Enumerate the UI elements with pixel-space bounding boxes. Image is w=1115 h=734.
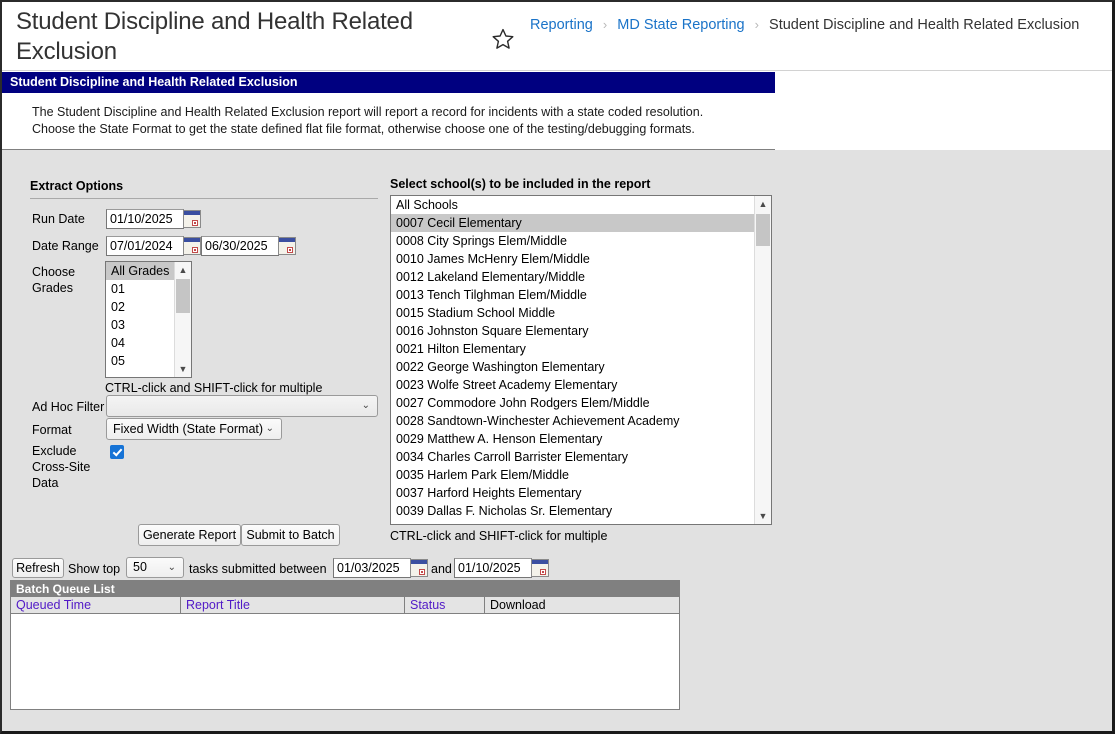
run-date-calendar-icon[interactable]	[183, 210, 201, 228]
school-list-item[interactable]: 0022 George Washington Elementary	[391, 358, 771, 376]
exclude-cross-site-label: Exclude Cross-Site Data	[32, 444, 91, 490]
refresh-button[interactable]: Refresh	[12, 558, 64, 578]
school-list-item[interactable]: 0021 Hilton Elementary	[391, 340, 771, 358]
column-header-report-title[interactable]: Report Title	[181, 597, 405, 613]
date-range-end-calendar-icon[interactable]	[278, 237, 296, 255]
school-list-item[interactable]: 0016 Johnston Square Elementary	[391, 322, 771, 340]
school-list-item[interactable]: 0039 Dallas F. Nicholas Sr. Elementary	[391, 502, 771, 520]
show-top-label: Show top	[68, 562, 121, 576]
date-range-start-input[interactable]	[106, 236, 184, 256]
scrollbar-thumb[interactable]	[756, 214, 770, 246]
school-list-item[interactable]: 0010 James McHenry Elem/Middle	[391, 250, 771, 268]
app-header: Student Discipline and Health Related Ex…	[2, 2, 1112, 71]
school-listbox[interactable]: All Schools 0007 Cecil Elementary 0008 Cit…	[390, 195, 772, 525]
choose-grades-label: Choose Grades	[32, 265, 76, 295]
scroll-down-icon[interactable]: ▼	[175, 361, 191, 377]
chevron-down-icon: ⌄	[361, 400, 370, 411]
favorite-star-icon[interactable]	[491, 27, 515, 51]
batch-queue-column-headers: Queued Time Report Title Status Download	[11, 597, 679, 614]
school-list-item[interactable]: 0037 Harford Heights Elementary	[391, 484, 771, 502]
batch-queue-list-title: Batch Queue List	[11, 581, 679, 597]
application-window: Student Discipline and Health Related Ex…	[0, 0, 1115, 734]
breadcrumb-separator-icon: ›	[602, 17, 608, 32]
format-label: Format	[32, 423, 72, 437]
ad-hoc-filter-label: Ad Hoc Filter	[32, 400, 105, 414]
extract-options-heading: Extract Options	[30, 179, 124, 193]
date-range-end-input[interactable]	[201, 236, 279, 256]
batch-queue-rows	[11, 614, 679, 708]
school-multiselect-hint: CTRL-click and SHIFT-click for multiple	[390, 529, 608, 543]
date-range-start-calendar-icon[interactable]	[183, 237, 201, 255]
submit-to-batch-button[interactable]: Submit to Batch	[241, 524, 340, 546]
breadcrumb-item-current: Student Discipline and Health Related Ex…	[769, 17, 1080, 33]
scroll-up-icon[interactable]: ▲	[755, 196, 771, 212]
school-list-item[interactable]: 0007 Cecil Elementary	[391, 214, 771, 232]
date-range-label: Date Range	[32, 239, 99, 253]
school-list-item[interactable]: All Schools	[391, 196, 771, 214]
batch-date-from-calendar-icon[interactable]	[410, 559, 428, 577]
scroll-up-icon[interactable]: ▲	[175, 262, 191, 278]
school-list-item[interactable]: 0008 City Springs Elem/Middle	[391, 232, 771, 250]
extract-options-divider	[30, 198, 378, 199]
exclude-cross-site-checkbox[interactable]	[110, 445, 124, 459]
page-title: Student Discipline and Health Related Ex…	[16, 8, 413, 65]
and-label: and	[431, 562, 452, 576]
tasks-submitted-between-label: tasks submitted between	[189, 562, 327, 576]
column-header-download: Download	[490, 598, 546, 612]
column-header-status[interactable]: Status	[405, 597, 485, 613]
school-select-heading: Select school(s) to be included in the r…	[390, 177, 651, 191]
report-description: The Student Discipline and Health Relate…	[32, 105, 704, 136]
school-list-item[interactable]: 0028 Sandtown-Winchester Achievement Aca…	[391, 412, 771, 430]
school-list-item[interactable]: 0034 Charles Carroll Barrister Elementar…	[391, 448, 771, 466]
grades-listbox-scrollbar[interactable]: ▲ ▼	[174, 262, 191, 377]
section-title-bar: Student Discipline and Health Related Ex…	[2, 72, 775, 93]
scroll-down-icon[interactable]: ▼	[755, 508, 771, 524]
school-list-item[interactable]: 0027 Commodore John Rodgers Elem/Middle	[391, 394, 771, 412]
school-listbox-scrollbar[interactable]: ▲ ▼	[754, 196, 771, 524]
generate-report-button[interactable]: Generate Report	[138, 524, 241, 546]
batch-date-to-calendar-icon[interactable]	[531, 559, 549, 577]
batch-date-from-input[interactable]	[333, 558, 411, 578]
school-list-item[interactable]: 0013 Tench Tilghman Elem/Middle	[391, 286, 771, 304]
grades-multiselect-hint: CTRL-click and SHIFT-click for multiple	[105, 381, 323, 395]
breadcrumb-item-reporting[interactable]: Reporting	[530, 17, 593, 33]
breadcrumb-item-md-state-reporting[interactable]: MD State Reporting	[617, 17, 744, 33]
school-list-item[interactable]: 0035 Harlem Park Elem/Middle	[391, 466, 771, 484]
format-select[interactable]: Fixed Width (State Format) ⌄	[106, 418, 282, 440]
school-list-item[interactable]: 0015 Stadium School Middle	[391, 304, 771, 322]
run-date-label: Run Date	[32, 212, 85, 226]
grades-listbox[interactable]: All Grades 01 02 03 04 05 ▲ ▼	[105, 261, 192, 378]
breadcrumb: Reporting › MD State Reporting › Student…	[530, 15, 1079, 35]
description-panel: The Student Discipline and Health Relate…	[2, 93, 775, 150]
show-top-select[interactable]: 50 ⌄	[126, 557, 184, 578]
scrollbar-thumb[interactable]	[176, 279, 190, 313]
column-header-queued-time[interactable]: Queued Time	[11, 597, 181, 613]
format-value: Fixed Width (State Format)	[113, 422, 264, 436]
batch-queue-list: Batch Queue List Queued Time Report Titl…	[10, 580, 680, 710]
run-date-input[interactable]	[106, 209, 184, 229]
report-body: Extract Options Run Date Date Range Choo…	[2, 150, 1112, 731]
school-list-item[interactable]: 0023 Wolfe Street Academy Elementary	[391, 376, 771, 394]
show-top-value: 50	[133, 560, 147, 574]
chevron-down-icon: ⌄	[265, 423, 274, 434]
batch-date-to-input[interactable]	[454, 558, 532, 578]
breadcrumb-separator-icon: ›	[754, 17, 759, 32]
chevron-down-icon: ⌄	[167, 562, 176, 573]
school-list-item[interactable]: 0029 Matthew A. Henson Elementary	[391, 430, 771, 448]
ad-hoc-filter-select[interactable]: ⌄	[106, 395, 378, 417]
school-list-item[interactable]: 0012 Lakeland Elementary/Middle	[391, 268, 771, 286]
